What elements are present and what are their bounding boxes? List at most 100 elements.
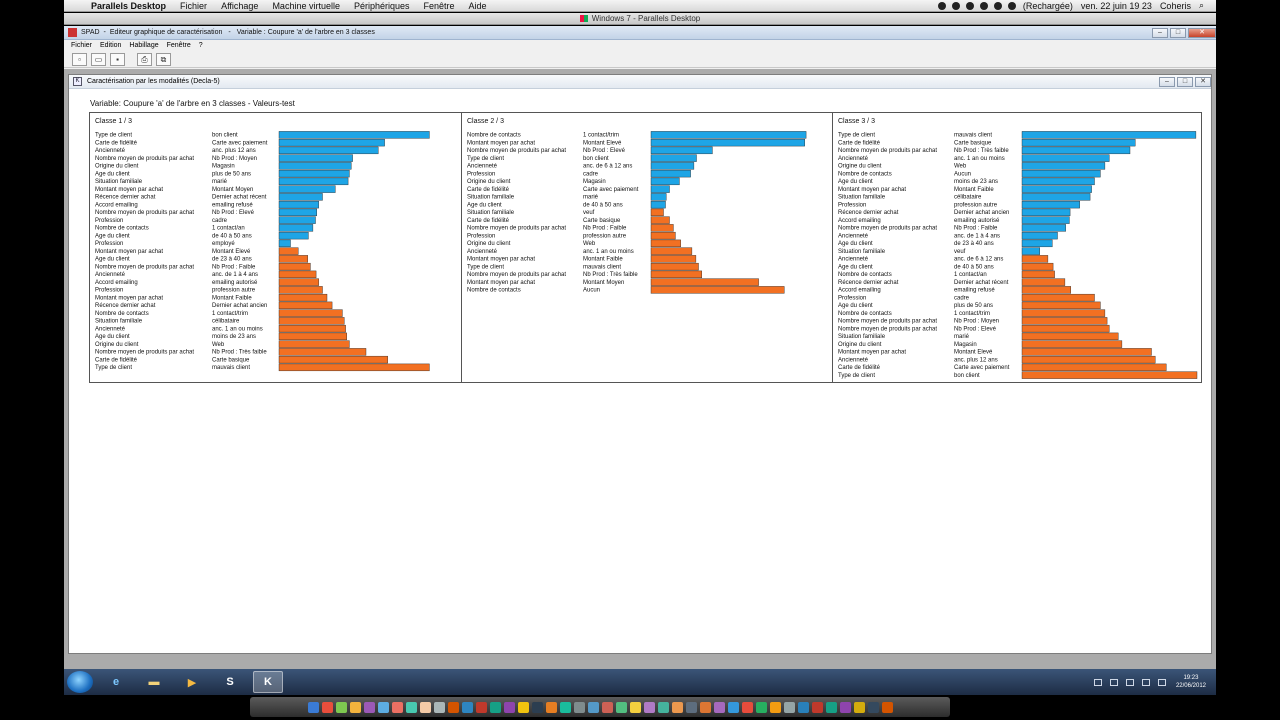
keyboard-icon[interactable] [1093,678,1102,686]
dock-app-icon[interactable] [377,701,389,713]
negative-bar[interactable] [1021,262,1054,271]
mac-menu-machine[interactable]: Machine virtuelle [265,1,347,11]
dock-app-icon[interactable] [503,701,515,713]
dock-app-icon[interactable] [461,701,473,713]
menu-help[interactable]: ? [195,42,207,49]
dock-app-icon[interactable] [349,701,361,713]
positive-bar[interactable] [1021,224,1066,232]
negative-bar[interactable] [650,208,664,217]
new-file-icon[interactable]: ▫ [72,52,87,66]
battery-status[interactable]: (Rechargée) [1019,1,1077,11]
dock-app-icon[interactable] [769,701,781,713]
negative-bar[interactable] [278,255,308,263]
dock-app-icon[interactable] [335,701,347,713]
negative-bar[interactable] [650,255,697,263]
positive-bar[interactable] [650,169,691,178]
dock-app-icon[interactable] [405,701,417,713]
tray-icon[interactable] [1141,678,1150,686]
negative-bar[interactable] [278,317,345,325]
dock-app-icon[interactable] [587,701,599,713]
print-icon[interactable]: ⎙ [137,52,152,66]
dock-app-icon[interactable] [517,701,529,713]
negative-bar[interactable] [278,355,389,364]
menubar-user[interactable]: Coheris [1156,1,1195,11]
negative-bar[interactable] [650,270,702,279]
taskbar-clock[interactable]: 19:23 22/06/2012 [1176,674,1206,690]
dock-app-icon[interactable] [699,701,711,713]
dock-app-icon[interactable] [839,701,851,713]
negative-bar[interactable] [1021,255,1049,263]
dock-app-icon[interactable] [475,701,487,713]
media-player-icon[interactable]: ▶ [177,671,207,693]
positive-bar[interactable] [650,162,695,170]
maximize-button[interactable]: □ [1170,27,1186,38]
positive-bar[interactable] [1021,131,1197,139]
positive-bar[interactable] [650,185,670,193]
negative-bar[interactable] [1021,317,1108,325]
minimize-button[interactable]: – [1152,27,1168,38]
negative-bar[interactable] [1021,301,1101,310]
negative-bar[interactable] [650,216,670,224]
positive-bar[interactable] [1021,185,1092,193]
negative-bar[interactable] [278,324,346,333]
negative-bar[interactable] [278,278,319,286]
positive-bar[interactable] [1021,138,1136,147]
positive-bar[interactable] [1021,247,1040,255]
dock-app-icon[interactable] [811,701,823,713]
positive-bar[interactable] [1021,169,1101,178]
close-button[interactable]: ✕ [1188,27,1216,38]
negative-bar[interactable] [278,293,328,302]
internet-explorer-icon[interactable]: e [101,671,131,693]
dock-app-icon[interactable] [363,701,375,713]
positive-bar[interactable] [650,138,806,147]
negative-bar[interactable] [1021,270,1055,279]
dock-app-icon[interactable] [755,701,767,713]
negative-bar[interactable] [650,239,681,248]
dock-app-icon[interactable] [881,701,893,713]
positive-bar[interactable] [278,146,379,155]
status-icon[interactable] [965,1,974,10]
positive-bar[interactable] [650,146,713,155]
menu-fenetre[interactable]: Fenêtre [163,42,195,49]
positive-bar[interactable] [278,224,314,232]
dock-app-icon[interactable] [601,701,613,713]
negative-bar[interactable] [1021,293,1095,302]
positive-bar[interactable] [1021,162,1106,170]
positive-bar[interactable] [278,193,323,201]
positive-bar[interactable] [1021,216,1070,224]
save-icon[interactable]: ▪ [110,52,125,66]
dock-app-icon[interactable] [713,701,725,713]
mac-menu-app[interactable]: Parallels Desktop [84,1,173,11]
dock-app-icon[interactable] [629,701,641,713]
negative-bar[interactable] [278,309,343,317]
dock-app-icon[interactable] [433,701,445,713]
negative-bar[interactable] [278,286,323,294]
mac-menu-aide[interactable]: Aide [462,1,494,11]
positive-bar[interactable] [1021,193,1091,201]
dock-app-icon[interactable] [531,701,543,713]
print-preview-icon[interactable]: ⧉ [156,52,171,66]
mac-menu-fichier[interactable]: Fichier [173,1,214,11]
child-maximize-button[interactable]: □ [1177,76,1193,87]
negative-bar[interactable] [1021,348,1152,356]
characterization-taskbar-icon[interactable]: K [253,671,283,693]
positive-bar[interactable] [278,239,291,248]
negative-bar[interactable] [1021,286,1071,294]
child-minimize-button[interactable]: – [1159,76,1175,87]
negative-bar[interactable] [1021,340,1123,348]
negative-bar[interactable] [1021,309,1106,317]
negative-bar[interactable] [278,363,430,372]
dock-app-icon[interactable] [797,701,809,713]
menu-edition[interactable]: Edition [96,42,125,49]
positive-bar[interactable] [1021,200,1080,209]
dock-app-icon[interactable] [615,701,627,713]
volume-icon[interactable] [993,1,1002,10]
negative-bar[interactable] [1021,355,1156,364]
positive-bar[interactable] [278,138,385,147]
positive-bar[interactable] [650,177,680,186]
dock-app-icon[interactable] [419,701,431,713]
menu-habillage[interactable]: Habillage [125,42,162,49]
status-icon[interactable] [951,1,960,10]
flag-icon[interactable] [1109,678,1118,686]
dock-app-icon[interactable] [391,701,403,713]
